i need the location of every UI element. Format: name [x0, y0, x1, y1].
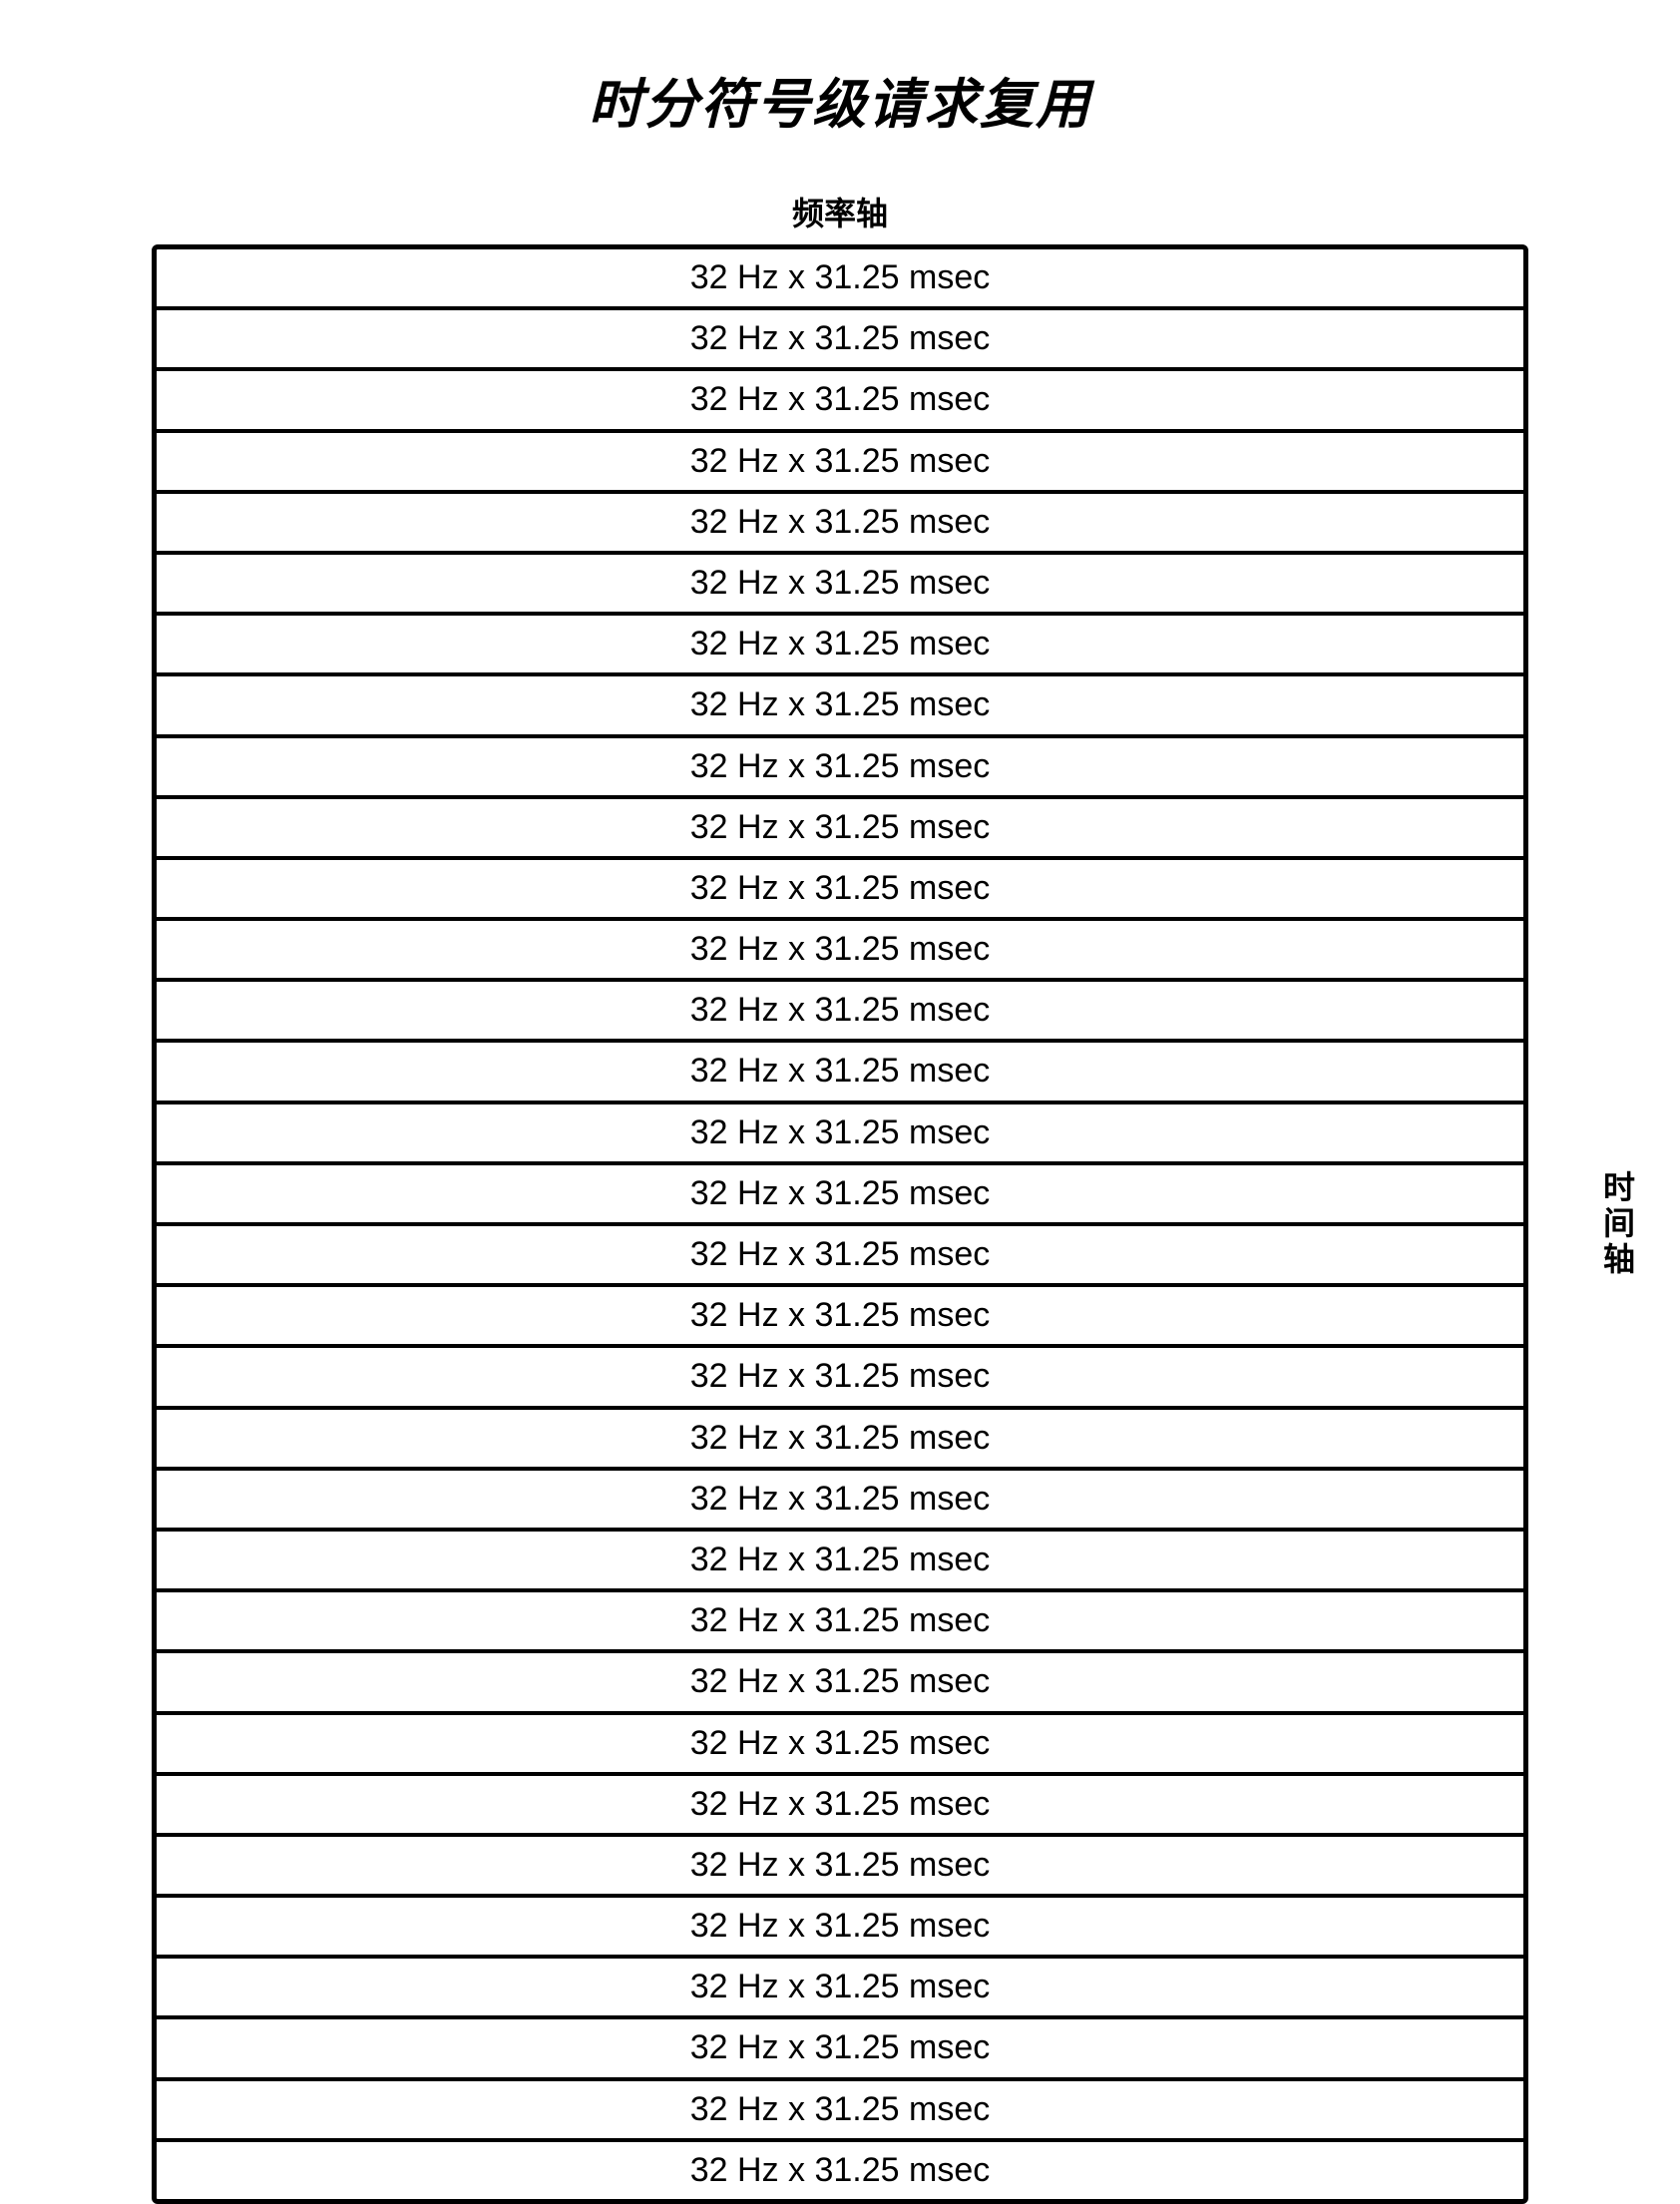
- symbol-row: 32 Hz x 31.25 msec: [157, 433, 1523, 494]
- symbol-row: 32 Hz x 31.25 msec: [157, 1959, 1523, 2019]
- symbol-row: 32 Hz x 31.25 msec: [157, 1532, 1523, 1592]
- symbol-row: 32 Hz x 31.25 msec: [157, 1776, 1523, 1837]
- symbol-row: 32 Hz x 31.25 msec: [157, 1410, 1523, 1471]
- symbol-row: 32 Hz x 31.25 msec: [157, 1165, 1523, 1226]
- diagram-container: 时分符号级请求复用 频率轴 32 Hz x 31.25 msec32 Hz x …: [100, 60, 1580, 2204]
- symbol-row: 32 Hz x 31.25 msec: [157, 1348, 1523, 1409]
- symbol-row: 32 Hz x 31.25 msec: [157, 1471, 1523, 1532]
- symbol-row: 32 Hz x 31.25 msec: [157, 555, 1523, 616]
- symbol-row: 32 Hz x 31.25 msec: [157, 1837, 1523, 1898]
- time-axis-label: 时间轴: [1594, 1170, 1640, 1278]
- symbol-row: 32 Hz x 31.25 msec: [157, 1715, 1523, 1776]
- symbol-row: 32 Hz x 31.25 msec: [157, 982, 1523, 1043]
- symbol-row: 32 Hz x 31.25 msec: [157, 371, 1523, 432]
- symbol-row: 32 Hz x 31.25 msec: [157, 249, 1523, 310]
- symbol-table: 32 Hz x 31.25 msec32 Hz x 31.25 msec32 H…: [152, 244, 1528, 2204]
- symbol-row: 32 Hz x 31.25 msec: [157, 1043, 1523, 1103]
- symbol-row: 32 Hz x 31.25 msec: [157, 1898, 1523, 1959]
- symbol-row: 32 Hz x 31.25 msec: [157, 921, 1523, 982]
- symbol-row: 32 Hz x 31.25 msec: [157, 1592, 1523, 1653]
- symbol-row: 32 Hz x 31.25 msec: [157, 2142, 1523, 2199]
- symbol-row: 32 Hz x 31.25 msec: [157, 799, 1523, 860]
- symbol-row: 32 Hz x 31.25 msec: [157, 2019, 1523, 2080]
- symbol-row: 32 Hz x 31.25 msec: [157, 2081, 1523, 2142]
- symbol-row: 32 Hz x 31.25 msec: [157, 1653, 1523, 1714]
- symbol-row: 32 Hz x 31.25 msec: [157, 494, 1523, 555]
- symbol-row: 32 Hz x 31.25 msec: [157, 310, 1523, 371]
- symbol-row: 32 Hz x 31.25 msec: [157, 1104, 1523, 1165]
- symbol-row: 32 Hz x 31.25 msec: [157, 676, 1523, 737]
- symbol-row: 32 Hz x 31.25 msec: [157, 1226, 1523, 1287]
- symbol-row: 32 Hz x 31.25 msec: [157, 1287, 1523, 1348]
- frequency-axis-label: 频率轴: [792, 189, 888, 234]
- symbol-row: 32 Hz x 31.25 msec: [157, 738, 1523, 799]
- symbol-row: 32 Hz x 31.25 msec: [157, 860, 1523, 921]
- symbol-row: 32 Hz x 31.25 msec: [157, 616, 1523, 676]
- main-title: 时分符号级请求复用: [589, 60, 1091, 139]
- content-row: 32 Hz x 31.25 msec32 Hz x 31.25 msec32 H…: [100, 244, 1580, 2204]
